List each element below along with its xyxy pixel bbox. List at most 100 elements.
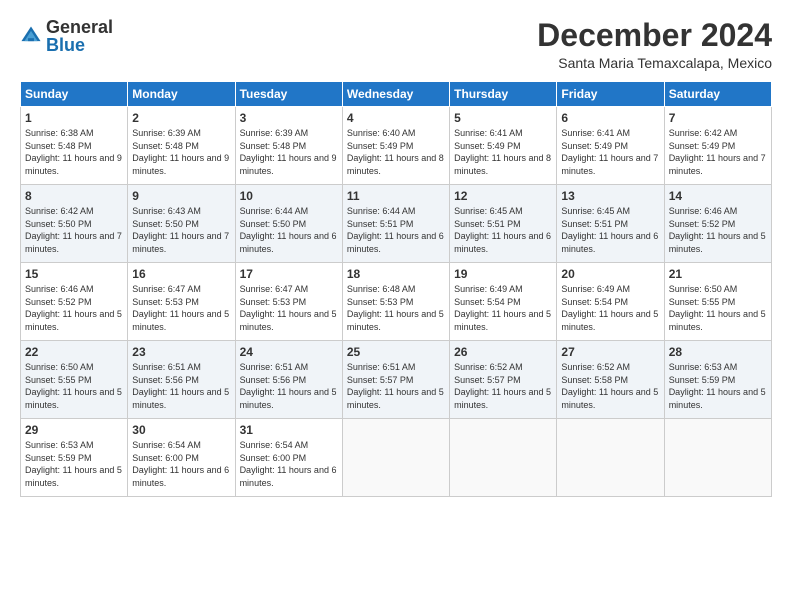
sunrise-label: Sunrise: 6:53 AM xyxy=(669,362,738,372)
day-info: Sunrise: 6:45 AM Sunset: 5:51 PM Dayligh… xyxy=(454,205,552,255)
sunrise-label: Sunrise: 6:51 AM xyxy=(132,362,201,372)
sunset-label: Sunset: 5:49 PM xyxy=(561,141,628,151)
daylight-label: Daylight: 11 hours and 5 minutes. xyxy=(132,387,229,410)
sunrise-label: Sunrise: 6:45 AM xyxy=(454,206,523,216)
day-info: Sunrise: 6:41 AM Sunset: 5:49 PM Dayligh… xyxy=(454,127,552,177)
daylight-label: Daylight: 11 hours and 5 minutes. xyxy=(669,231,766,254)
day-number: 11 xyxy=(347,189,445,203)
sunrise-label: Sunrise: 6:44 AM xyxy=(240,206,309,216)
sunset-label: Sunset: 5:58 PM xyxy=(561,375,628,385)
day-number: 14 xyxy=(669,189,767,203)
calendar-cell: 30 Sunrise: 6:54 AM Sunset: 6:00 PM Dayl… xyxy=(128,419,235,497)
calendar-cell: 18 Sunrise: 6:48 AM Sunset: 5:53 PM Dayl… xyxy=(342,263,449,341)
sunrise-label: Sunrise: 6:42 AM xyxy=(25,206,94,216)
sunrise-label: Sunrise: 6:41 AM xyxy=(561,128,630,138)
day-number: 15 xyxy=(25,267,123,281)
day-number: 7 xyxy=(669,111,767,125)
sunrise-label: Sunrise: 6:42 AM xyxy=(669,128,738,138)
calendar-cell: 20 Sunrise: 6:49 AM Sunset: 5:54 PM Dayl… xyxy=(557,263,664,341)
sunrise-label: Sunrise: 6:48 AM xyxy=(347,284,416,294)
calendar-week-row: 29 Sunrise: 6:53 AM Sunset: 5:59 PM Dayl… xyxy=(21,419,772,497)
day-number: 10 xyxy=(240,189,338,203)
day-info: Sunrise: 6:51 AM Sunset: 5:56 PM Dayligh… xyxy=(132,361,230,411)
daylight-label: Daylight: 11 hours and 5 minutes. xyxy=(454,309,551,332)
day-info: Sunrise: 6:54 AM Sunset: 6:00 PM Dayligh… xyxy=(240,439,338,489)
col-friday: Friday xyxy=(557,82,664,107)
sunrise-label: Sunrise: 6:46 AM xyxy=(25,284,94,294)
calendar-cell: 29 Sunrise: 6:53 AM Sunset: 5:59 PM Dayl… xyxy=(21,419,128,497)
sunset-label: Sunset: 5:51 PM xyxy=(347,219,414,229)
daylight-label: Daylight: 11 hours and 5 minutes. xyxy=(240,309,337,332)
calendar-cell: 16 Sunrise: 6:47 AM Sunset: 5:53 PM Dayl… xyxy=(128,263,235,341)
day-info: Sunrise: 6:46 AM Sunset: 5:52 PM Dayligh… xyxy=(25,283,123,333)
day-info: Sunrise: 6:54 AM Sunset: 6:00 PM Dayligh… xyxy=(132,439,230,489)
day-number: 12 xyxy=(454,189,552,203)
daylight-label: Daylight: 11 hours and 6 minutes. xyxy=(240,231,337,254)
col-saturday: Saturday xyxy=(664,82,771,107)
header: General Blue December 2024 Santa Maria T… xyxy=(20,18,772,71)
logo-icon xyxy=(20,25,42,47)
logo: General Blue xyxy=(20,18,113,54)
day-info: Sunrise: 6:50 AM Sunset: 5:55 PM Dayligh… xyxy=(669,283,767,333)
calendar-cell: 11 Sunrise: 6:44 AM Sunset: 5:51 PM Dayl… xyxy=(342,185,449,263)
daylight-label: Daylight: 11 hours and 5 minutes. xyxy=(561,309,658,332)
daylight-label: Daylight: 11 hours and 5 minutes. xyxy=(347,309,444,332)
calendar-cell: 7 Sunrise: 6:42 AM Sunset: 5:49 PM Dayli… xyxy=(664,107,771,185)
col-sunday: Sunday xyxy=(21,82,128,107)
location: Santa Maria Temaxcalapa, Mexico xyxy=(537,55,772,71)
month-title: December 2024 xyxy=(537,18,772,53)
calendar-header-row: Sunday Monday Tuesday Wednesday Thursday… xyxy=(21,82,772,107)
daylight-label: Daylight: 11 hours and 6 minutes. xyxy=(240,465,337,488)
sunset-label: Sunset: 5:48 PM xyxy=(25,141,92,151)
calendar-cell: 25 Sunrise: 6:51 AM Sunset: 5:57 PM Dayl… xyxy=(342,341,449,419)
calendar-cell xyxy=(557,419,664,497)
day-info: Sunrise: 6:38 AM Sunset: 5:48 PM Dayligh… xyxy=(25,127,123,177)
day-info: Sunrise: 6:49 AM Sunset: 5:54 PM Dayligh… xyxy=(454,283,552,333)
sunrise-label: Sunrise: 6:43 AM xyxy=(132,206,201,216)
sunset-label: Sunset: 5:49 PM xyxy=(347,141,414,151)
daylight-label: Daylight: 11 hours and 6 minutes. xyxy=(347,231,444,254)
sunset-label: Sunset: 5:57 PM xyxy=(454,375,521,385)
sunset-label: Sunset: 5:56 PM xyxy=(240,375,307,385)
calendar-cell: 3 Sunrise: 6:39 AM Sunset: 5:48 PM Dayli… xyxy=(235,107,342,185)
day-info: Sunrise: 6:53 AM Sunset: 5:59 PM Dayligh… xyxy=(669,361,767,411)
calendar-cell: 13 Sunrise: 6:45 AM Sunset: 5:51 PM Dayl… xyxy=(557,185,664,263)
sunrise-label: Sunrise: 6:52 AM xyxy=(454,362,523,372)
day-info: Sunrise: 6:45 AM Sunset: 5:51 PM Dayligh… xyxy=(561,205,659,255)
sunrise-label: Sunrise: 6:50 AM xyxy=(669,284,738,294)
daylight-label: Daylight: 11 hours and 5 minutes. xyxy=(669,309,766,332)
sunset-label: Sunset: 5:53 PM xyxy=(240,297,307,307)
daylight-label: Daylight: 11 hours and 7 minutes. xyxy=(132,231,229,254)
day-number: 26 xyxy=(454,345,552,359)
calendar-cell: 27 Sunrise: 6:52 AM Sunset: 5:58 PM Dayl… xyxy=(557,341,664,419)
daylight-label: Daylight: 11 hours and 6 minutes. xyxy=(454,231,551,254)
daylight-label: Daylight: 11 hours and 9 minutes. xyxy=(240,153,337,176)
sunrise-label: Sunrise: 6:52 AM xyxy=(561,362,630,372)
day-number: 19 xyxy=(454,267,552,281)
calendar-cell: 4 Sunrise: 6:40 AM Sunset: 5:49 PM Dayli… xyxy=(342,107,449,185)
sunset-label: Sunset: 5:59 PM xyxy=(25,453,92,463)
calendar-week-row: 22 Sunrise: 6:50 AM Sunset: 5:55 PM Dayl… xyxy=(21,341,772,419)
title-block: December 2024 Santa Maria Temaxcalapa, M… xyxy=(537,18,772,71)
day-number: 5 xyxy=(454,111,552,125)
col-thursday: Thursday xyxy=(450,82,557,107)
day-number: 29 xyxy=(25,423,123,437)
sunrise-label: Sunrise: 6:53 AM xyxy=(25,440,94,450)
sunrise-label: Sunrise: 6:38 AM xyxy=(25,128,94,138)
daylight-label: Daylight: 11 hours and 5 minutes. xyxy=(454,387,551,410)
daylight-label: Daylight: 11 hours and 7 minutes. xyxy=(25,231,122,254)
sunset-label: Sunset: 5:50 PM xyxy=(132,219,199,229)
day-info: Sunrise: 6:46 AM Sunset: 5:52 PM Dayligh… xyxy=(669,205,767,255)
sunrise-label: Sunrise: 6:49 AM xyxy=(454,284,523,294)
daylight-label: Daylight: 11 hours and 7 minutes. xyxy=(669,153,766,176)
calendar-cell: 15 Sunrise: 6:46 AM Sunset: 5:52 PM Dayl… xyxy=(21,263,128,341)
calendar-cell: 24 Sunrise: 6:51 AM Sunset: 5:56 PM Dayl… xyxy=(235,341,342,419)
daylight-label: Daylight: 11 hours and 6 minutes. xyxy=(132,465,229,488)
daylight-label: Daylight: 11 hours and 5 minutes. xyxy=(25,309,122,332)
sunset-label: Sunset: 5:55 PM xyxy=(25,375,92,385)
day-info: Sunrise: 6:42 AM Sunset: 5:50 PM Dayligh… xyxy=(25,205,123,255)
sunset-label: Sunset: 5:52 PM xyxy=(669,219,736,229)
calendar-week-row: 15 Sunrise: 6:46 AM Sunset: 5:52 PM Dayl… xyxy=(21,263,772,341)
day-number: 6 xyxy=(561,111,659,125)
sunset-label: Sunset: 5:53 PM xyxy=(132,297,199,307)
